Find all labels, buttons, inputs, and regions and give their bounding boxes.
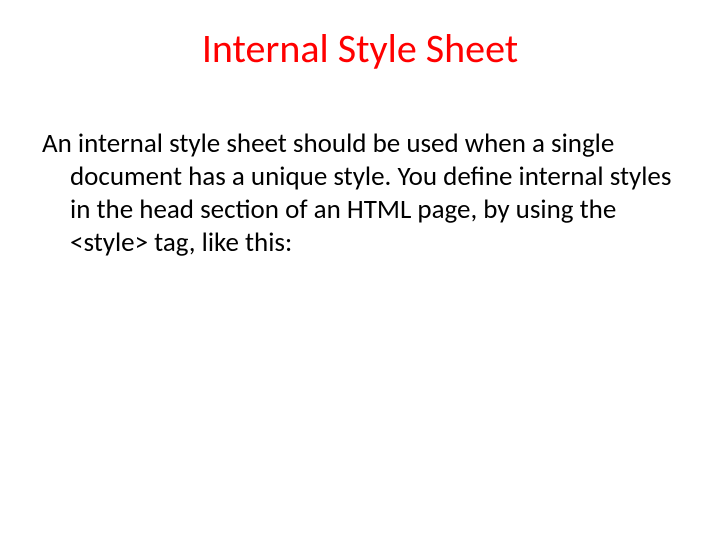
slide-body: An internal style sheet should be used w… [42,128,678,260]
slide-paragraph: An internal style sheet should be used w… [42,128,678,260]
slide: Internal Style Sheet An internal style s… [0,0,720,540]
slide-title: Internal Style Sheet [0,24,720,73]
